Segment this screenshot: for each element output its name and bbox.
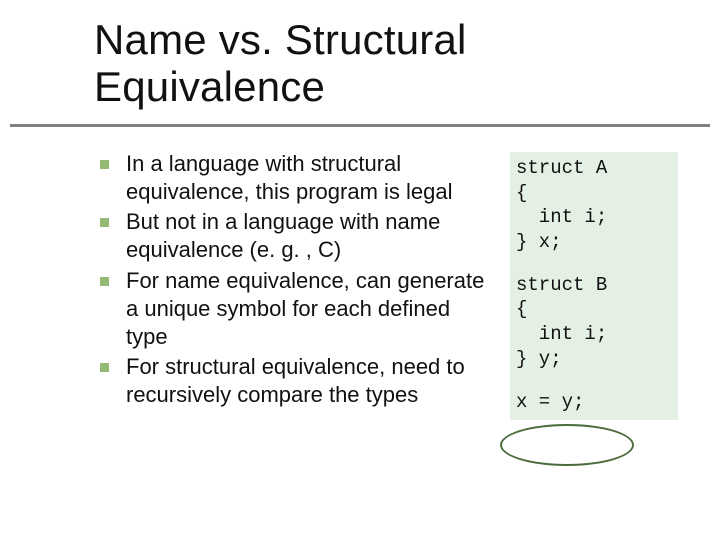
code-panel: struct A { int i; } x; struct B { int i;… — [510, 152, 678, 420]
highlight-ellipse — [500, 424, 634, 466]
slide-title: Name vs. Structural Equivalence — [94, 16, 467, 110]
bullet-item: But not in a language with name equivale… — [96, 208, 496, 264]
bullet-item: In a language with structural equivalenc… — [96, 150, 496, 206]
body-text: In a language with structural equivalenc… — [96, 150, 496, 411]
title-line-1: Name vs. Structural — [94, 16, 467, 63]
code-block-assign: x = y; — [516, 390, 672, 415]
bullet-item: For name equivalence, can generate a uni… — [96, 267, 496, 351]
code-text: struct B { int i; } y; — [516, 273, 672, 372]
bullet-list: In a language with structural equivalenc… — [96, 150, 496, 409]
slide: Name vs. Structural Equivalence In a lan… — [0, 0, 720, 540]
code-text: struct A { int i; } x; — [516, 156, 672, 255]
code-block-a: struct A { int i; } x; — [516, 156, 672, 255]
bullet-item: For structural equivalence, need to recu… — [96, 353, 496, 409]
code-block-b: struct B { int i; } y; — [516, 273, 672, 372]
title-divider — [10, 124, 710, 127]
title-line-2: Equivalence — [94, 63, 325, 110]
code-text: x = y; — [516, 390, 672, 415]
